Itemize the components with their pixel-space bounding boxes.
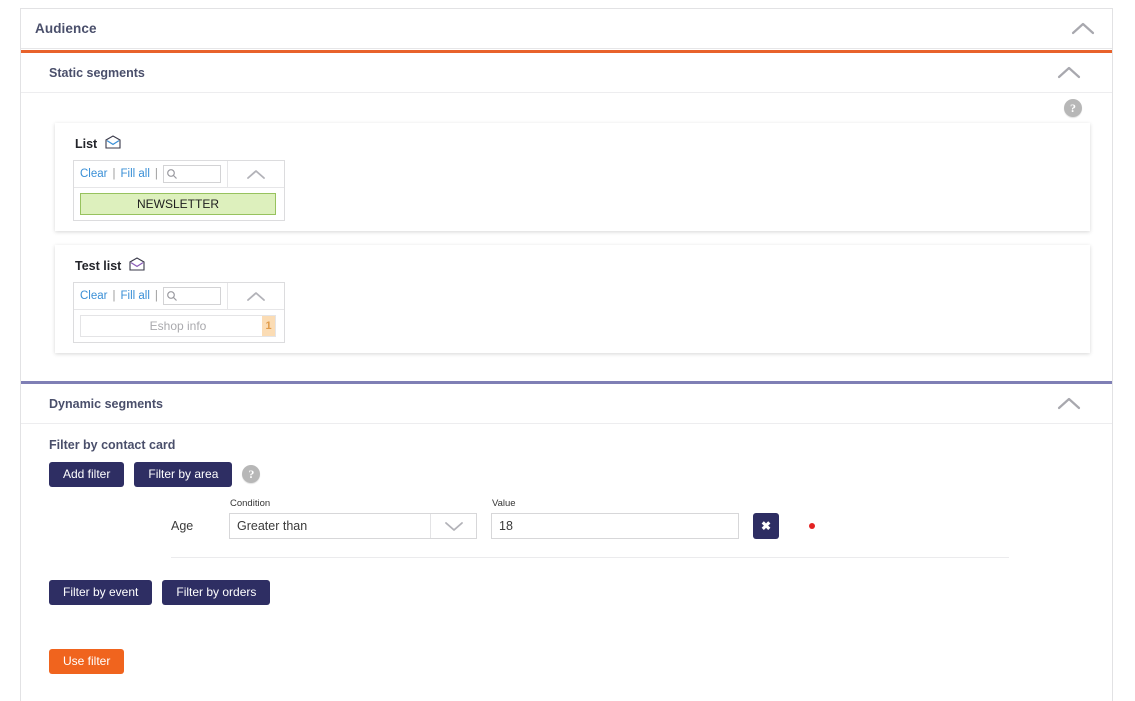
list-picker-items: NEWSLETTER [74, 188, 284, 220]
use-filter-button[interactable]: Use filter [49, 649, 125, 674]
chevron-up-icon[interactable] [227, 283, 284, 309]
contact-card-button-row: Add filter Filter by area ? [21, 452, 1112, 487]
open-envelope-icon [105, 135, 121, 152]
static-help-row: ? [21, 93, 1112, 123]
filter-row: Age Condition Greater than Value 18 ✖ [171, 487, 1112, 539]
search-input[interactable] [162, 287, 221, 305]
static-segments-title: Static segments [49, 65, 145, 80]
search-icon [166, 291, 177, 301]
test-list-card-header: Test list [55, 257, 1090, 282]
static-segments-body: ? List Clear | Fill all | NEWSLETTER Tes… [21, 93, 1112, 367]
list-card-header: List [55, 135, 1090, 160]
filter-field-name: Age [171, 519, 194, 533]
chevron-up-icon[interactable] [1056, 396, 1082, 412]
filter-by-event-button[interactable]: Filter by event [49, 580, 153, 605]
filter-by-orders-button[interactable]: Filter by orders [162, 580, 271, 605]
chevron-up-icon[interactable] [1056, 65, 1082, 81]
audience-panel: Audience Static segments ? List Clear | … [20, 8, 1113, 701]
separator: | [154, 168, 158, 180]
page-title: Audience [35, 21, 97, 36]
list-item-label: Eshop info [149, 319, 207, 333]
value-label: Value [492, 498, 516, 509]
list-item[interactable]: Eshop info 1 [80, 315, 276, 337]
list-card-title-text: List [75, 136, 98, 151]
condition-select[interactable]: Condition Greater than [229, 498, 477, 539]
dynamic-segments-title: Dynamic segments [49, 396, 163, 411]
separator: | [112, 168, 116, 180]
filter-by-contact-card-heading: Filter by contact card [49, 438, 176, 452]
fill-all-link[interactable]: Fill all [120, 168, 149, 180]
list-item-badge: 1 [262, 316, 275, 336]
clear-link[interactable]: Clear [80, 168, 107, 180]
list-picker-links: Clear | Fill all | [74, 161, 227, 187]
static-segments-section: Static segments ? List Clear | Fill all … [21, 50, 1112, 367]
separator: | [154, 290, 158, 302]
filter-by-area-button[interactable]: Filter by area [134, 462, 233, 487]
clear-link[interactable]: Clear [80, 290, 107, 302]
error-dot [809, 523, 815, 529]
list-picker: Clear | Fill all | NEWSLETTER [73, 160, 285, 221]
list-picker-toolbar: Clear | Fill all | [74, 161, 284, 188]
test-list-picker-links: Clear | Fill all | [74, 283, 227, 309]
chevron-down-icon[interactable] [430, 514, 476, 538]
test-list-picker-toolbar: Clear | Fill all | [74, 283, 284, 310]
dynamic-segments-body: Filter by contact card Add filter Filter… [21, 424, 1112, 674]
chevron-up-icon[interactable] [1070, 21, 1096, 37]
value-input[interactable]: Value 18 [491, 498, 739, 539]
use-filter-row: Use filter [21, 605, 1112, 674]
search-input[interactable] [162, 165, 221, 183]
app-page: Audience Static segments ? List Clear | … [0, 0, 1135, 701]
test-list-card: Test list Clear | Fill all | Eshop info … [55, 245, 1090, 353]
search-icon [166, 169, 177, 179]
open-envelope-icon [129, 257, 145, 274]
condition-value: Greater than [237, 519, 308, 533]
list-item[interactable]: NEWSLETTER [80, 193, 276, 215]
condition-label: Condition [230, 498, 271, 509]
fill-all-link[interactable]: Fill all [120, 290, 149, 302]
static-segments-header[interactable]: Static segments [21, 53, 1112, 93]
add-filter-button[interactable]: Add filter [49, 462, 125, 487]
audience-panel-header: Audience [21, 9, 1112, 49]
dynamic-segments-header[interactable]: Dynamic segments [21, 384, 1112, 424]
test-list-picker-items: Eshop info 1 [74, 310, 284, 342]
chevron-up-icon[interactable] [227, 161, 284, 187]
separator: | [112, 290, 116, 302]
event-orders-button-row: Filter by event Filter by orders [21, 558, 1112, 605]
test-list-picker: Clear | Fill all | Eshop info 1 [73, 282, 285, 343]
help-icon[interactable]: ? [242, 465, 261, 484]
list-card: List Clear | Fill all | NEWSLETTER [55, 123, 1090, 231]
test-list-card-title-text: Test list [75, 258, 122, 273]
list-item-label: NEWSLETTER [136, 197, 219, 211]
dynamic-segments-section: Dynamic segments Filter by contact card … [21, 381, 1112, 674]
remove-filter-button[interactable]: ✖ [753, 513, 779, 539]
value-text: 18 [499, 519, 513, 533]
help-icon[interactable]: ? [1064, 99, 1082, 117]
